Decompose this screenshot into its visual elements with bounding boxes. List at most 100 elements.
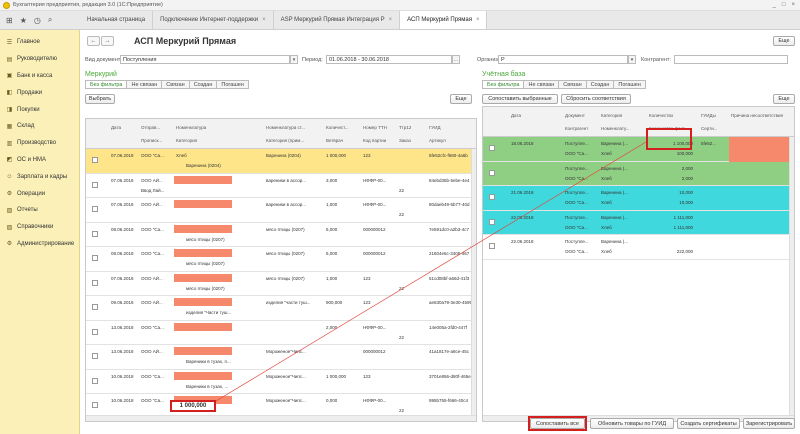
filter-unlinked[interactable]: Не связан xyxy=(523,80,560,89)
grid-icon[interactable]: ⊞ xyxy=(6,16,13,25)
star-icon[interactable]: ★ xyxy=(20,16,27,25)
back-button[interactable]: ← xyxy=(87,36,100,46)
close-icon[interactable]: × xyxy=(389,17,393,23)
col-document[interactable]: Документ xyxy=(565,113,585,118)
sidebar-item-assets[interactable]: ◩ ОС и НМА xyxy=(0,152,79,169)
nomenclature-unmatched-block[interactable] xyxy=(174,347,232,355)
sidebar-item-reports[interactable]: ▧ Отчеты xyxy=(0,202,79,219)
table-row[interactable]: 08.06.2018 ООО "Са... 5,000 000000012 21604e… xyxy=(86,247,476,272)
counterparty-field[interactable] xyxy=(674,55,788,64)
row-checkbox[interactable] xyxy=(489,218,495,225)
nomenclature-unmatched-block[interactable] xyxy=(174,322,232,331)
row-checkbox[interactable] xyxy=(489,145,495,151)
table-row[interactable]: Поступле... Варенина (... 2,000 ООО "Са... Х… xyxy=(483,161,794,186)
table-row[interactable]: 07.06.2018 ООО "Са... 1 000,000 123 5fe52cfc… xyxy=(86,149,476,174)
table-row[interactable]: 07.06.2018 ООО АЙ... 1,000 123 51cd08bf-a66d… xyxy=(86,272,476,296)
table-row[interactable]: 09.06.2018 ООО АЙ... 900,000 123 ae630a79-3e… xyxy=(86,296,476,321)
col-vet[interactable]: Ветврач xyxy=(326,138,343,143)
filter-linked[interactable]: Связан xyxy=(161,80,190,89)
filter-repaid[interactable]: Погашен xyxy=(216,80,249,89)
row-checkbox[interactable] xyxy=(92,181,98,188)
right-more-button[interactable]: Еще xyxy=(773,94,795,104)
col-registration[interactable]: Прописк... xyxy=(141,138,162,143)
nomenclature-unmatched-block[interactable] xyxy=(174,224,232,233)
left-more-button[interactable]: Еще xyxy=(450,94,472,104)
table-row[interactable]: 13.06.2018 ООО АЙ... 000000012 41a1817e-a8c… xyxy=(86,345,476,370)
col-ttr12[interactable]: Ттр12 xyxy=(399,125,411,130)
row-checkbox[interactable] xyxy=(92,304,98,310)
tab-home[interactable]: Начальная страница xyxy=(80,11,154,29)
history-icon[interactable]: ◷ xyxy=(34,16,41,25)
table-row[interactable]: 07.06.2018 ООО АЙ... 3,000 НФФР-00... 84ebd3… xyxy=(86,174,476,198)
dropdown-icon[interactable]: ▾ xyxy=(628,55,636,64)
vertical-scrollbar[interactable] xyxy=(789,137,794,421)
row-checkbox[interactable] xyxy=(489,169,495,176)
update-goods-button[interactable]: Обновить товары по ГУИД xyxy=(590,418,674,429)
col-guids[interactable]: ГУИДы xyxy=(701,113,716,118)
col-ttn[interactable]: Номер ТТН xyxy=(363,125,387,130)
sidebar-item-main[interactable]: ☰ Главное xyxy=(0,34,79,51)
row-checkbox[interactable] xyxy=(489,194,495,200)
col-nomenclature[interactable]: Номенклатура xyxy=(176,125,206,130)
more-button[interactable]: Еще xyxy=(773,36,795,46)
filter-repaid[interactable]: Погашен xyxy=(613,80,646,89)
sidebar-item-production[interactable]: ▥ Производство xyxy=(0,135,79,152)
col-nomenclature[interactable]: Номенклату... xyxy=(601,126,630,131)
filter-created[interactable]: Создан xyxy=(188,80,218,89)
match-selected-button[interactable]: Сопоставить выбранные xyxy=(482,94,558,104)
sidebar-item-manager[interactable]: ▤ Руководителю xyxy=(0,51,79,68)
search-icon[interactable]: ⌕ xyxy=(48,15,52,25)
period-field[interactable]: 01.06.2018 - 30.06.2018 xyxy=(326,55,452,64)
organization-field[interactable]: Р xyxy=(498,55,628,64)
period-select-button[interactable]: ... xyxy=(452,55,460,64)
filter-linked[interactable]: Связан xyxy=(558,80,587,89)
col-category-note[interactable]: Категория (прим... xyxy=(266,138,304,143)
doc-type-field[interactable]: Поступления xyxy=(120,55,290,64)
register-button[interactable]: Зарегистрировать xyxy=(743,418,795,429)
close-window-button[interactable]: × xyxy=(791,2,795,8)
select-button[interactable]: Выбрать xyxy=(85,94,115,104)
nomenclature-unmatched-block[interactable] xyxy=(174,371,232,380)
row-checkbox[interactable] xyxy=(92,353,98,359)
sidebar-item-admin[interactable]: ⚙ Администрирование xyxy=(0,236,79,253)
tab-asp-mercury[interactable]: АСП Меркурий Прямая × xyxy=(400,11,488,29)
forward-button[interactable]: → xyxy=(101,36,114,46)
col-nomenclature-st[interactable]: Номенклатура ст... xyxy=(266,125,305,130)
row-checkbox[interactable] xyxy=(489,243,495,249)
nomenclature-unmatched-block[interactable] xyxy=(174,273,232,282)
col-date[interactable]: Дата xyxy=(511,113,521,118)
mismatch-reason-cell[interactable] xyxy=(729,137,791,162)
filter-unlinked[interactable]: Не связан xyxy=(126,80,163,89)
nomenclature-unmatched-block[interactable] xyxy=(174,200,232,208)
col-article[interactable]: Артикул xyxy=(429,138,446,143)
tab-asp-integration[interactable]: ASP Меркурий Прямая Интеграция Р × xyxy=(274,11,401,29)
sidebar-item-bank[interactable]: ▣ Банк и касса xyxy=(0,68,79,85)
col-date[interactable]: Дата xyxy=(111,125,121,130)
table-row[interactable]: 08.06.2018 ООО "Са... 5,000 000000012 7e591d… xyxy=(86,223,476,247)
nomenclature-unmatched-block[interactable] xyxy=(174,175,232,184)
row-checkbox[interactable] xyxy=(92,230,98,237)
sidebar-item-operations[interactable]: ⚙ Операции xyxy=(0,185,79,202)
col-quantity[interactable]: Количество xyxy=(649,113,673,118)
col-sender[interactable]: Отправ... xyxy=(141,125,160,130)
row-checkbox[interactable] xyxy=(92,255,98,261)
maximize-button[interactable]: □ xyxy=(782,2,786,8)
row-checkbox[interactable] xyxy=(92,402,98,408)
row-checkbox[interactable] xyxy=(92,328,98,335)
row-checkbox[interactable] xyxy=(92,157,98,163)
table-row[interactable]: 22.06.2018 Поступле... Варенина (... ООО "С… xyxy=(483,235,794,260)
close-icon[interactable]: × xyxy=(476,17,480,23)
table-row[interactable]: 07.06.2018 ООО АЙ... 1,000 НФФР-00... 80daeb… xyxy=(86,198,476,223)
sidebar-item-salary[interactable]: ☺ Зарплата и кадры xyxy=(0,168,79,185)
create-certificates-button[interactable]: Создать сертификаты xyxy=(677,418,740,429)
nomenclature-unmatched-block[interactable] xyxy=(174,298,232,306)
nomenclature-unmatched-block[interactable] xyxy=(174,249,232,257)
col-guid[interactable]: ГУИД xyxy=(429,125,441,130)
reset-match-button[interactable]: Сбросить соответствия xyxy=(561,94,631,104)
close-icon[interactable]: × xyxy=(262,17,266,23)
col-order[interactable]: Заказ xyxy=(399,138,411,143)
filter-none[interactable]: Без фильтра xyxy=(482,80,525,89)
col-counterparty[interactable]: Контрагент xyxy=(565,126,588,131)
sidebar-item-warehouse[interactable]: ▦ Склад xyxy=(0,118,79,135)
sidebar-item-catalogs[interactable]: ▨ Справочники xyxy=(0,219,79,236)
